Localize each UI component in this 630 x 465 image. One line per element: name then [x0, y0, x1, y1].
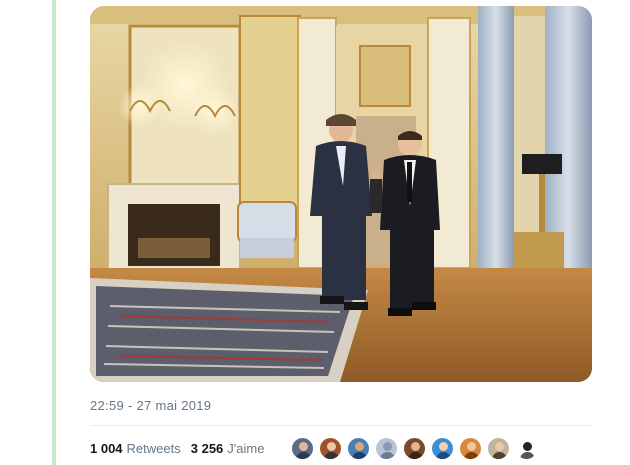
avatar-body — [492, 452, 507, 459]
avatar-body — [352, 452, 367, 459]
likes-count: 3 256 — [190, 441, 224, 456]
avatar-body — [408, 452, 423, 459]
photo-illustration — [90, 6, 592, 382]
liked-by-avatar[interactable] — [291, 437, 314, 460]
retweets-label: Retweets — [126, 441, 181, 456]
avatar-head — [495, 442, 504, 451]
likes-label: J'aime — [227, 441, 265, 456]
tweet-stats: 1 004 Retweets 3 256 J'aime — [90, 441, 274, 456]
avatar-body — [436, 452, 451, 459]
avatar-head — [439, 442, 448, 451]
avatar-head — [523, 442, 532, 451]
avatar-head — [355, 442, 364, 451]
avatar-body — [520, 452, 535, 459]
avatar-body — [296, 452, 311, 459]
likes-stat[interactable]: 3 256 J'aime — [191, 441, 265, 456]
liked-by-avatar[interactable] — [319, 437, 342, 460]
avatar-head — [467, 442, 476, 451]
avatar-head — [411, 442, 420, 451]
liked-by-avatar[interactable] — [431, 437, 454, 460]
avatar-body — [464, 452, 479, 459]
liked-by-avatar[interactable] — [515, 437, 538, 460]
liked-by-avatar[interactable] — [403, 437, 426, 460]
avatar-head — [383, 442, 392, 451]
retweets-stat[interactable]: 1 004 Retweets — [90, 441, 181, 456]
divider — [90, 425, 592, 426]
liked-by-avatar[interactable] — [375, 437, 398, 460]
tweet-timestamp[interactable]: 22:59 - 27 mai 2019 — [90, 398, 211, 413]
avatar-body — [380, 452, 395, 459]
thread-rail — [52, 0, 56, 465]
avatar-head — [299, 442, 308, 451]
liked-by-avatar[interactable] — [487, 437, 510, 460]
retweets-count: 1 004 — [90, 441, 123, 456]
avatar-head — [327, 442, 336, 451]
liked-by-avatar[interactable] — [459, 437, 482, 460]
tweet-photo[interactable] — [90, 6, 592, 382]
liked-by-avatars — [291, 437, 543, 461]
liked-by-avatar[interactable] — [347, 437, 370, 460]
avatar-body — [324, 452, 339, 459]
